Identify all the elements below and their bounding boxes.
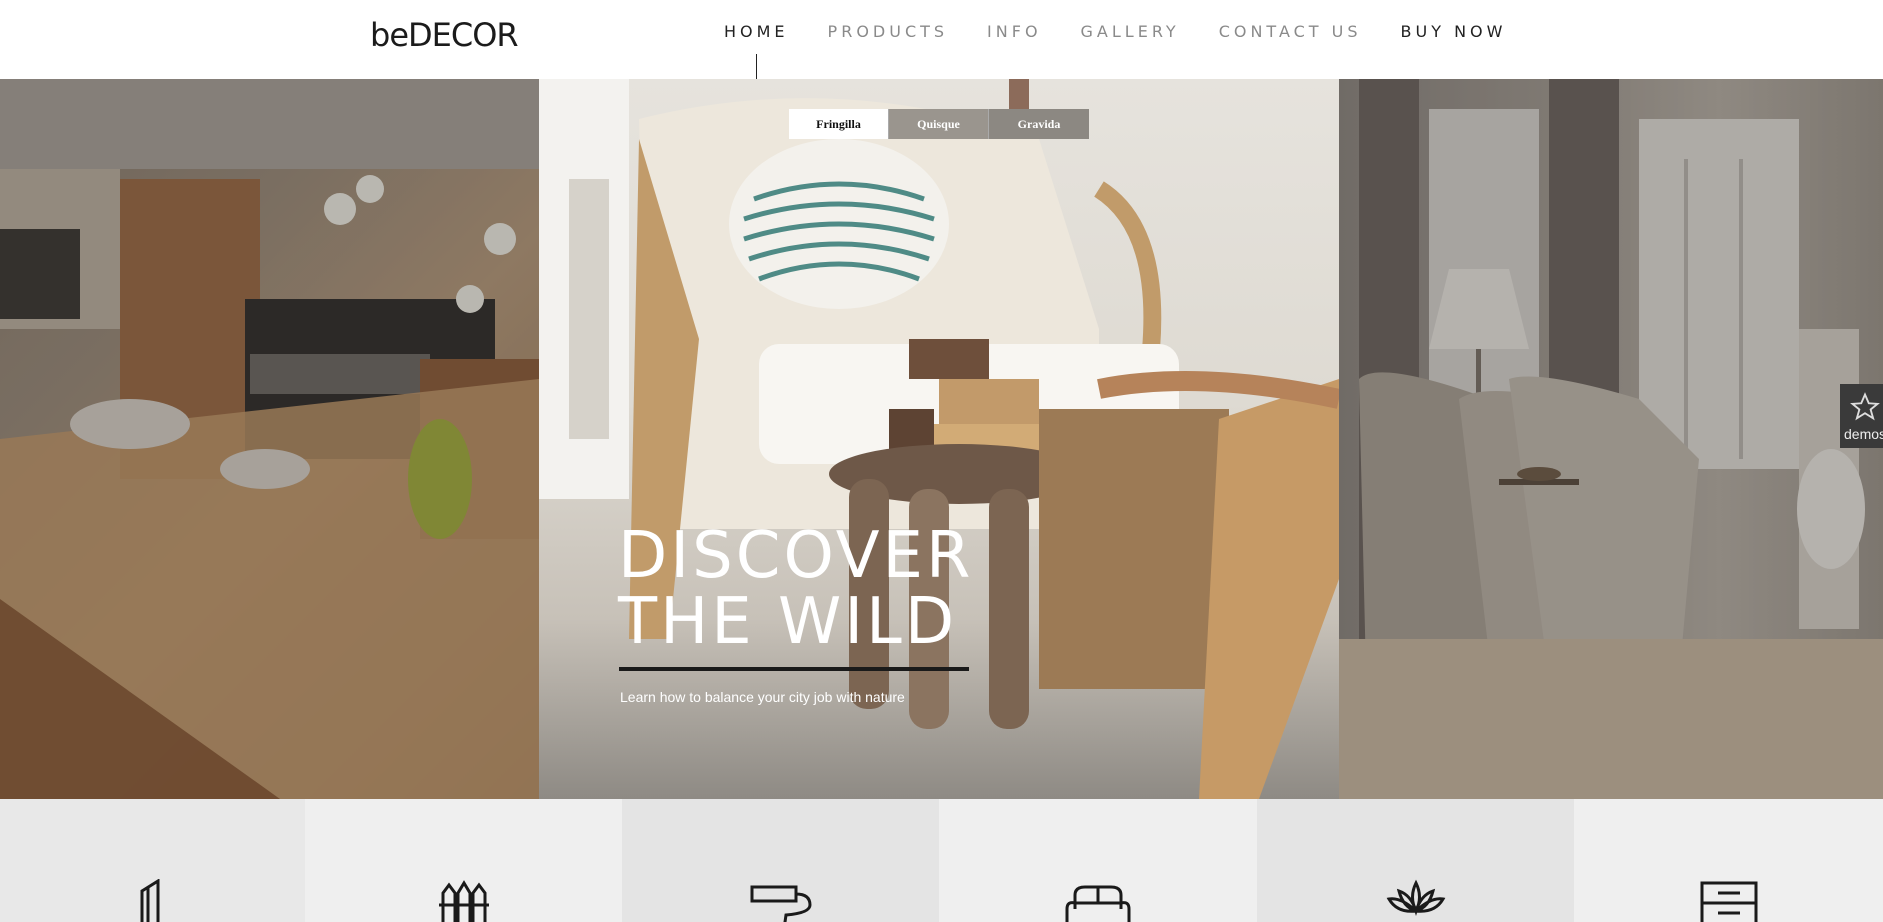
tab-gravida[interactable]: Gravida xyxy=(989,109,1089,139)
logo-prefix: be xyxy=(370,16,409,54)
brand-logo[interactable]: beDECOR xyxy=(370,16,519,54)
nav-home[interactable]: HOME xyxy=(724,22,789,41)
logo-main: DECOR xyxy=(408,16,519,54)
paint-roller-icon xyxy=(750,885,812,922)
sofa-icon xyxy=(1065,885,1131,922)
slide-image-living-room[interactable] xyxy=(1339,79,1883,799)
hero-headline: DISCOVER THE WILD xyxy=(618,523,973,655)
dresser-icon xyxy=(1700,881,1757,922)
nav-buy-now[interactable]: BUY NOW xyxy=(1401,22,1507,41)
nav-info[interactable]: INFO xyxy=(987,22,1041,41)
nav-products[interactable]: PRODUCTS xyxy=(828,22,949,41)
category-sofa[interactable] xyxy=(939,799,1257,922)
category-wellness[interactable] xyxy=(1257,799,1574,922)
wall-icon xyxy=(140,879,159,922)
category-fence[interactable] xyxy=(305,799,622,922)
slider-tabs: Fringilla Quisque Gravida xyxy=(789,109,1089,139)
hero-subtitle: Learn how to balance your city job with … xyxy=(620,689,905,705)
slide-image-kitchen[interactable] xyxy=(0,79,539,799)
hero-slider: Fringilla Quisque Gravida DISCOVER THE W… xyxy=(0,79,1883,799)
slide-overlay xyxy=(1339,79,1883,799)
category-strip xyxy=(0,799,1883,922)
demos-label: demos xyxy=(1844,426,1883,442)
tab-fringilla[interactable]: Fringilla xyxy=(789,109,889,139)
category-storage[interactable] xyxy=(1574,799,1883,922)
headline-underline xyxy=(619,667,969,671)
nav-gallery[interactable]: GALLERY xyxy=(1081,22,1180,41)
headline-line-2: THE WILD xyxy=(618,585,958,659)
tab-quisque[interactable]: Quisque xyxy=(889,109,989,139)
star-icon xyxy=(1850,392,1880,421)
active-nav-indicator xyxy=(756,54,757,79)
headline-line-1: DISCOVER xyxy=(618,519,974,593)
slide-overlay xyxy=(0,79,539,799)
category-paint[interactable] xyxy=(622,799,939,922)
category-wall[interactable] xyxy=(0,799,305,922)
site-header: beDECOR HOME PRODUCTS INFO GALLERY CONTA… xyxy=(0,0,1883,79)
nav-contact-us[interactable]: CONTACT US xyxy=(1219,22,1362,41)
demos-side-tab[interactable]: demos xyxy=(1840,384,1883,448)
fence-icon xyxy=(438,880,489,922)
main-nav: HOME PRODUCTS INFO GALLERY CONTACT US BU… xyxy=(724,22,1506,41)
lotus-icon xyxy=(1386,879,1445,917)
